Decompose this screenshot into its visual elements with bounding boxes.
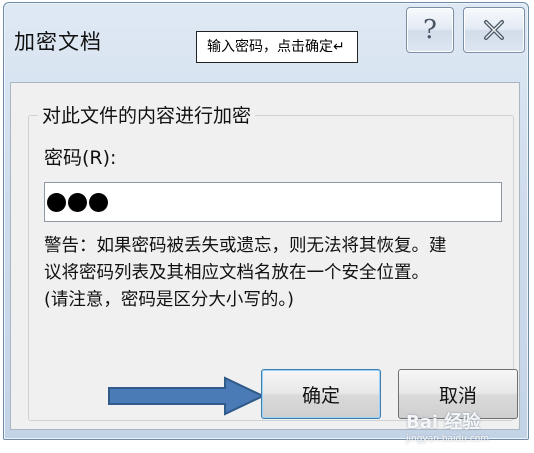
- password-mask-dot: [47, 192, 66, 212]
- watermark-brand: Bai 经验: [406, 412, 481, 433]
- password-input[interactable]: [44, 182, 502, 222]
- close-icon: [484, 20, 504, 40]
- help-button[interactable]: ?: [406, 7, 454, 53]
- password-mask-dot: [89, 192, 108, 212]
- baidu-watermark: Bai 经验 jingyan.baidu.com: [406, 408, 516, 448]
- help-icon: ?: [423, 15, 437, 45]
- warning-line: 议将密码列表及其相应文档名放在一个安全位置。: [44, 263, 429, 283]
- dialog-title: 加密文档: [14, 30, 102, 54]
- warning-line: 警告：如果密码被丢失或遗忘，则无法将其恢复。建: [44, 236, 447, 256]
- ok-button[interactable]: 确定: [261, 369, 381, 419]
- dialog-content-panel: 对此文件的内容进行加密 密码(R): 警告：如果密码被丢失或遗忘，则无法将其恢复…: [10, 82, 520, 430]
- warning-line: (请注意，密码是区分大小写的。): [44, 290, 294, 310]
- watermark-domain: jingyan.baidu.com: [406, 434, 490, 444]
- password-label: 密码(R):: [44, 147, 117, 169]
- close-button[interactable]: [463, 7, 525, 53]
- password-mask-dot: [68, 192, 87, 212]
- groupbox-label: 对此文件的内容进行加密: [38, 105, 256, 127]
- instruction-callout: 输入密码，点击确定↵: [196, 31, 358, 63]
- warning-text: 警告：如果密码被丢失或遗忘，则无法将其恢复。建 议将密码列表及其相应文档名放在一…: [44, 233, 506, 314]
- pointer-arrow-icon: [108, 376, 266, 416]
- encrypt-document-dialog: 加密文档 输入密码，点击确定↵ ? 对此文件的内容进行加密 密码(R): 警告：…: [3, 2, 529, 440]
